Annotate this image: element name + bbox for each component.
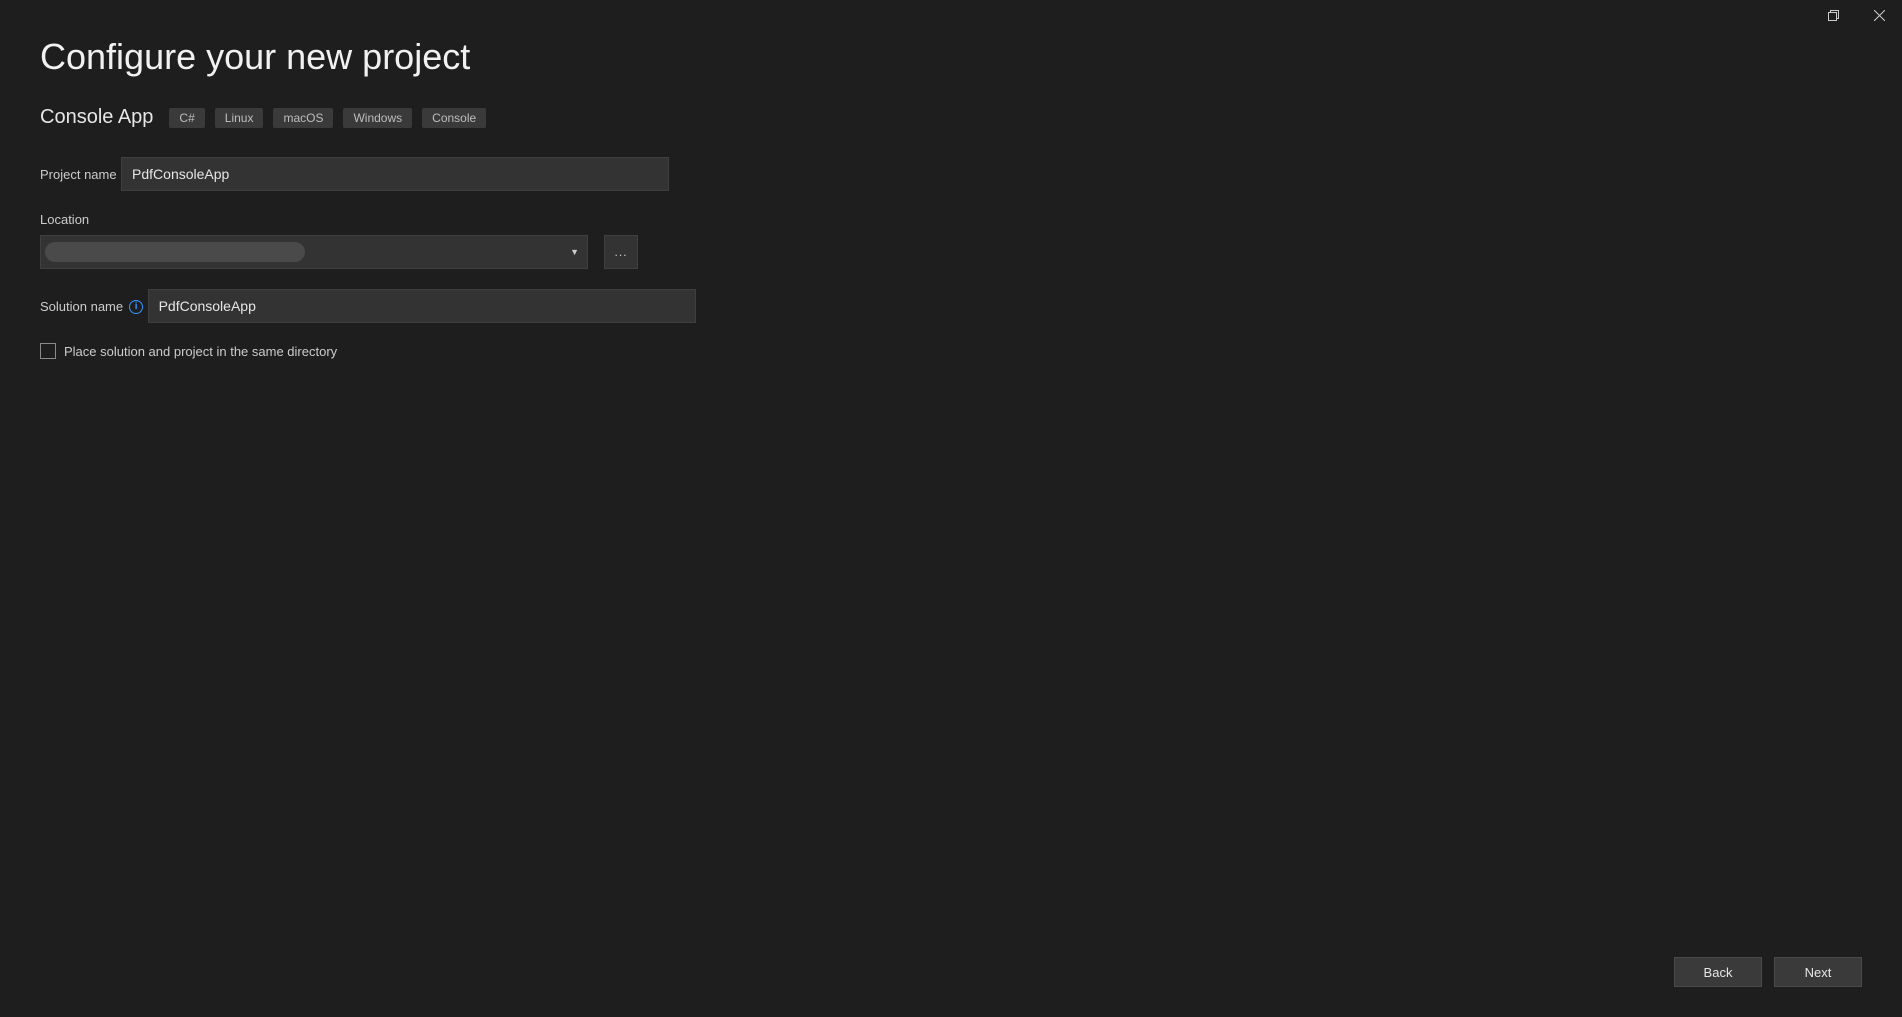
browse-location-button[interactable]: ...: [604, 235, 638, 269]
same-directory-row: Place solution and project in the same d…: [40, 343, 1862, 359]
maximize-icon: [1828, 10, 1839, 21]
tag-csharp: C#: [169, 108, 204, 128]
tag-windows: Windows: [343, 108, 412, 128]
project-name-input[interactable]: [121, 157, 669, 191]
location-combobox[interactable]: ▼: [40, 235, 588, 269]
window-close-button[interactable]: [1856, 0, 1902, 30]
tag-linux: Linux: [215, 108, 264, 128]
template-tags: C# Linux macOS Windows Console: [169, 108, 486, 128]
dialog-content: Configure your new project Console App C…: [40, 30, 1862, 1017]
info-icon[interactable]: i: [129, 300, 143, 314]
window-titlebar: [1810, 0, 1902, 30]
tag-console: Console: [422, 108, 486, 128]
window-maximize-button[interactable]: [1810, 0, 1856, 30]
solution-name-label: Solution name i: [40, 299, 143, 314]
location-redacted-value: [45, 242, 305, 262]
location-group: Location ▼ ...: [40, 211, 1862, 269]
tag-macos: macOS: [273, 108, 333, 128]
project-name-label: Project name: [40, 167, 117, 182]
dialog-footer: Back Next: [1674, 957, 1862, 987]
same-directory-checkbox[interactable]: [40, 343, 56, 359]
solution-name-group: Solution name i: [40, 289, 1862, 323]
close-icon: [1874, 10, 1885, 21]
back-button[interactable]: Back: [1674, 957, 1762, 987]
template-header: Console App C# Linux macOS Windows Conso…: [40, 106, 1862, 129]
next-button[interactable]: Next: [1774, 957, 1862, 987]
chevron-down-icon: ▼: [570, 247, 579, 257]
template-name: Console App: [40, 106, 153, 129]
project-name-group: Project name: [40, 157, 1862, 191]
solution-name-label-text: Solution name: [40, 299, 123, 314]
location-label: Location: [40, 212, 89, 227]
same-directory-label[interactable]: Place solution and project in the same d…: [64, 344, 337, 359]
page-title: Configure your new project: [40, 36, 1862, 78]
solution-name-input[interactable]: [148, 289, 696, 323]
